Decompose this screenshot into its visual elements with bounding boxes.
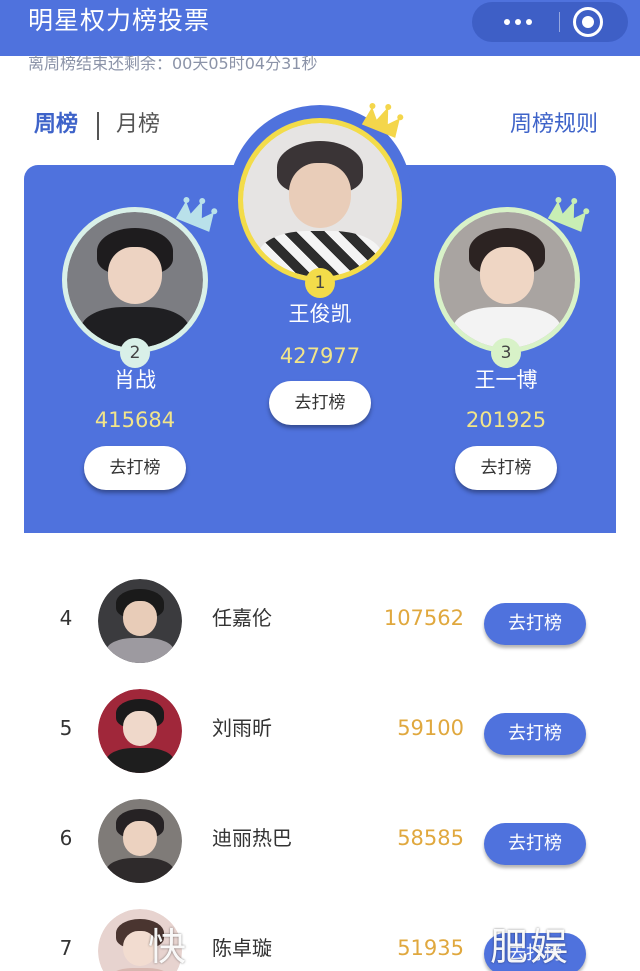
ranking-list: 4 任嘉伦 107562 去打榜 5 刘雨昕 59100 去打榜 6 迪丽热巴 … [16,533,624,971]
mini-program-capsule [472,2,628,42]
list-vote-button[interactable]: 去打榜 [484,823,586,865]
rank-1-badge: 1 [305,268,335,298]
list-rank: 5 [59,716,73,740]
title-bar: 明星权力榜投票 [0,0,640,56]
rank-2-badge: 2 [120,338,150,368]
weekly-rules-link[interactable]: 周榜规则 [510,108,598,142]
watermark-right: 肥娱 [490,925,571,969]
tab-weekly[interactable]: 周榜 [34,108,78,142]
more-dots-icon[interactable] [490,2,546,42]
rank-3-vote-button[interactable]: 去打榜 [455,446,557,490]
list-votes: 58585 [397,826,464,850]
list-avatar[interactable] [98,799,182,883]
rank-1-votes: 427977 [279,344,361,368]
list-votes: 107562 [383,606,464,630]
page-title: 明星权力榜投票 [28,6,211,35]
list-name: 陈卓璇 [212,936,272,960]
rank-1-vote-button[interactable]: 去打榜 [269,381,371,425]
target-close-icon[interactable] [573,7,603,37]
list-rank: 4 [59,606,73,630]
list-avatar[interactable] [98,579,182,663]
list-vote-button[interactable]: 去打榜 [484,713,586,755]
tab-monthly[interactable]: 月榜 [116,108,160,142]
list-votes: 59100 [397,716,464,740]
list-item: 6 迪丽热巴 58585 去打榜 [16,787,624,897]
watermark-left: 快 [148,925,191,969]
list-rank: 6 [59,826,73,850]
rank-1-name: 王俊凯 [288,302,352,326]
rank-3-votes: 201925 [465,408,547,432]
list-votes: 51935 [397,936,464,960]
rank-3-badge: 3 [491,338,521,368]
capsule-divider [559,12,560,32]
list-rank: 7 [59,936,73,960]
rank-1-avatar[interactable] [238,118,402,282]
rank-2-vote-button[interactable]: 去打榜 [84,446,186,490]
rank-2-votes: 415684 [94,408,176,432]
list-vote-button[interactable]: 去打榜 [484,603,586,645]
list-name: 刘雨昕 [212,716,272,740]
list-name: 迪丽热巴 [212,826,292,850]
list-name: 任嘉伦 [212,606,272,630]
list-item: 4 任嘉伦 107562 去打榜 [16,567,624,677]
rank-2-name: 肖战 [114,368,156,392]
countdown-text: 离周榜结束还剩余：00天05时04分31秒 [28,54,318,73]
list-avatar[interactable] [98,689,182,773]
tab-divider [97,112,99,140]
list-item: 5 刘雨昕 59100 去打榜 [16,677,624,787]
rank-3-name: 王一博 [474,368,538,392]
